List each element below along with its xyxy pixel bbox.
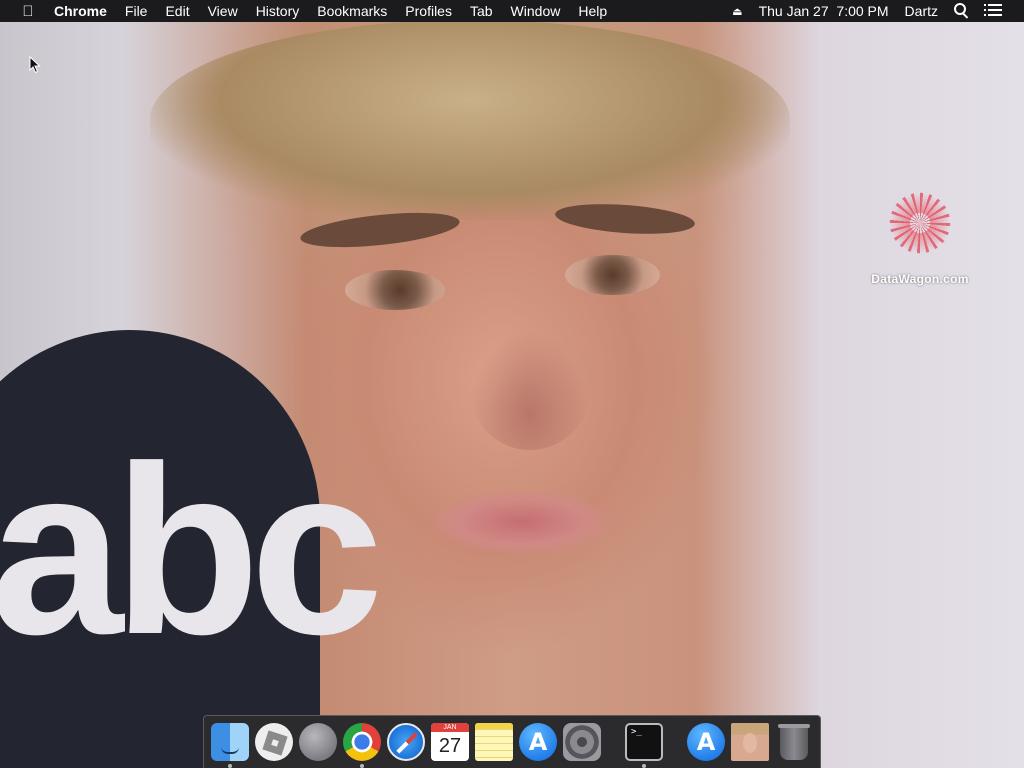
downloads-app-store-icon xyxy=(687,723,725,761)
menu-view[interactable]: View xyxy=(199,3,247,19)
terminal-icon xyxy=(625,723,663,761)
dock-trash[interactable] xyxy=(774,722,814,762)
dock-system-preferences[interactable] xyxy=(562,722,602,762)
dock-photo[interactable] xyxy=(730,722,770,762)
menu-user[interactable]: Dartz xyxy=(897,3,946,19)
menu-profiles[interactable]: Profiles xyxy=(396,3,461,19)
dock-chrome[interactable] xyxy=(342,722,382,768)
wallpaper-hair xyxy=(150,20,790,220)
wallpaper-logo-text: abc xyxy=(0,416,384,684)
menu-window[interactable]: Window xyxy=(502,3,570,19)
system-preferences-icon xyxy=(563,723,601,761)
wallpaper-mouth xyxy=(432,490,612,554)
menu-bar:  Chrome File Edit View History Bookmark… xyxy=(0,0,1024,22)
menu-status-area: ⏏ Thu Jan 27 7:00 PM Dartz xyxy=(724,0,1024,22)
wallpaper-eye-left xyxy=(345,270,445,310)
dock: JAN 27 xyxy=(203,715,821,768)
dock-launchpad[interactable] xyxy=(298,722,338,762)
finder-icon xyxy=(211,723,249,761)
dock-downloads-app-store[interactable] xyxy=(686,722,726,762)
running-indicator xyxy=(360,764,364,768)
wallpaper-nose xyxy=(470,330,590,450)
dock-safari[interactable] xyxy=(386,722,426,762)
photo-thumbnail-icon xyxy=(731,723,769,761)
eject-icon[interactable]: ⏏ xyxy=(724,5,750,18)
watermark: DataWagon.com xyxy=(860,188,980,286)
menu-history[interactable]: History xyxy=(247,3,309,19)
safari-icon xyxy=(387,723,425,761)
dock-app-store[interactable] xyxy=(518,722,558,762)
menu-file[interactable]: File xyxy=(116,3,157,19)
menu-tab[interactable]: Tab xyxy=(461,3,502,19)
trash-icon xyxy=(778,724,810,760)
wallpaper-eye-right xyxy=(565,255,660,295)
menu-edit[interactable]: Edit xyxy=(156,3,198,19)
apple-icon[interactable]:  xyxy=(13,3,43,20)
running-indicator xyxy=(228,764,232,768)
launchpad-icon xyxy=(299,723,337,761)
app-store-icon xyxy=(519,723,557,761)
notes-icon xyxy=(475,723,513,761)
dock-roblox[interactable] xyxy=(254,722,294,762)
menu-app-name[interactable]: Chrome xyxy=(43,3,116,19)
calendar-day: 27 xyxy=(438,735,462,757)
watermark-text: DataWagon.com xyxy=(871,272,969,286)
notification-center-icon[interactable] xyxy=(976,3,1024,20)
calendar-icon: JAN 27 xyxy=(431,723,469,761)
watermark-logo-icon xyxy=(885,188,955,258)
calendar-month: JAN xyxy=(431,723,469,732)
menu-bookmarks[interactable]: Bookmarks xyxy=(308,3,396,19)
chrome-icon xyxy=(343,723,381,761)
dock-terminal[interactable] xyxy=(624,722,664,768)
spotlight-search-icon[interactable] xyxy=(946,2,976,20)
menu-help[interactable]: Help xyxy=(569,3,616,19)
menu-clock[interactable]: Thu Jan 27 7:00 PM xyxy=(751,3,897,19)
running-indicator xyxy=(642,764,646,768)
dock-finder[interactable] xyxy=(210,722,250,768)
roblox-icon xyxy=(255,723,293,761)
desktop-wallpaper: abc DataWagon.com xyxy=(0,0,1024,768)
dock-calendar[interactable]: JAN 27 xyxy=(430,722,470,762)
dock-notes[interactable] xyxy=(474,722,514,762)
